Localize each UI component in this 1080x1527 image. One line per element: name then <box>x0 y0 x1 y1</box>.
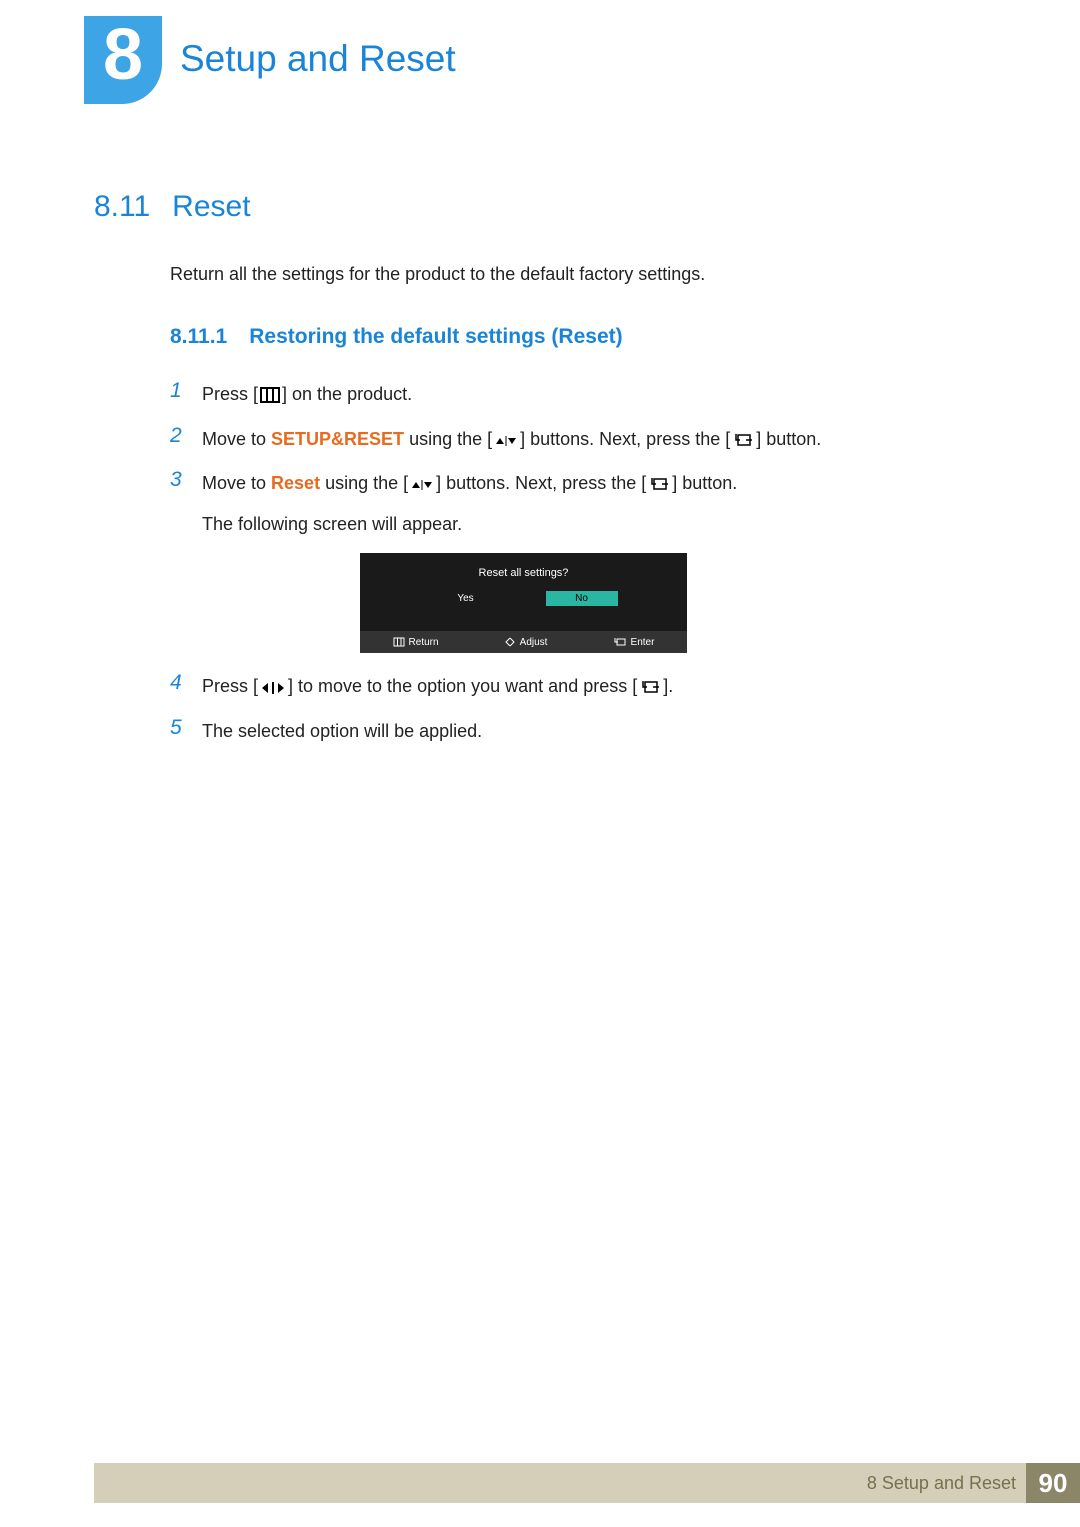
menu-icon <box>260 387 280 403</box>
text: using the [ <box>320 473 408 493</box>
step-1: 1 Press [ ] on the product. <box>170 379 1020 410</box>
step-text: Move to SETUP&RESET using the [ ] buttons… <box>202 424 821 455</box>
footer-page-number: 90 <box>1026 1463 1080 1503</box>
subsection-title: Restoring the default settings (Reset) <box>249 325 622 349</box>
step-number: 4 <box>170 671 184 695</box>
step-number: 5 <box>170 716 184 740</box>
section-description: Return all the settings for the product … <box>170 264 1020 285</box>
text: Adjust <box>520 637 548 648</box>
step-text: Move to Reset using the [ ] buttons. Next… <box>202 468 737 539</box>
enter-icon <box>648 476 670 492</box>
footer: 8 Setup and Reset 90 <box>94 1463 1080 1503</box>
adjust-icon <box>504 637 516 647</box>
chapter-number: 8 <box>103 19 143 91</box>
step-text: The selected option will be applied. <box>202 716 482 747</box>
step-4: 4 Press [ ] to move to the option you wan… <box>170 671 1020 702</box>
osd-option-yes: Yes <box>430 591 502 606</box>
section-number: 8.11 <box>94 190 150 224</box>
emphasis: SETUP&RESET <box>271 429 404 449</box>
text: Return <box>409 637 439 648</box>
chapter-badge: 8 <box>84 16 162 104</box>
text: ]. <box>663 676 673 696</box>
chapter-title: Setup and Reset <box>180 38 456 80</box>
osd-options: Yes No <box>360 591 687 606</box>
up-down-icon <box>494 434 518 448</box>
text: ] buttons. Next, press the [ <box>436 473 646 493</box>
text: Move to <box>202 473 271 493</box>
osd-return: Return <box>393 637 439 648</box>
step-number: 2 <box>170 424 184 448</box>
section-title: Reset <box>172 190 250 224</box>
text: Press [ <box>202 676 258 696</box>
text: ] to move to the option you want and pre… <box>288 676 637 696</box>
up-down-icon <box>410 478 434 492</box>
subsection-number: 8.11.1 <box>170 325 227 349</box>
subsection-heading: 8.11.1 Restoring the default settings (R… <box>170 325 1020 349</box>
step-number: 1 <box>170 379 184 403</box>
content-area: 8.11 Reset Return all the settings for t… <box>94 190 1020 761</box>
step-2: 2 Move to SETUP&RESET using the [ ] butto… <box>170 424 1020 455</box>
step-5: 5 The selected option will be applied. <box>170 716 1020 747</box>
osd-adjust: Adjust <box>504 637 548 648</box>
text: The following screen will appear. <box>202 514 462 534</box>
footer-chapter-title: 8 Setup and Reset <box>867 1473 1016 1494</box>
text: ] button. <box>672 473 737 493</box>
text: Press [ <box>202 384 258 404</box>
osd-screenshot: Reset all settings? Yes No Return Adjust… <box>360 553 687 653</box>
text: ] on the product. <box>282 384 412 404</box>
step-text: Press [ ] to move to the option you want … <box>202 671 673 702</box>
step-number: 3 <box>170 468 184 492</box>
osd-option-no: No <box>546 591 618 606</box>
step-text: Press [ ] on the product. <box>202 379 412 410</box>
enter-icon <box>613 637 627 647</box>
text: Enter <box>631 637 655 648</box>
step-3: 3 Move to Reset using the [ ] buttons. Ne… <box>170 468 1020 539</box>
steps-list: 1 Press [ ] on the product. 2 Move to SET… <box>170 379 1020 747</box>
left-right-icon <box>260 681 286 695</box>
text: ] button. <box>756 429 821 449</box>
osd-bottom-bar: Return Adjust Enter <box>360 631 687 653</box>
enter-icon <box>639 679 661 695</box>
text: using the [ <box>404 429 492 449</box>
osd-enter: Enter <box>613 637 655 648</box>
text: ] buttons. Next, press the [ <box>520 429 730 449</box>
text: Move to <box>202 429 271 449</box>
emphasis: Reset <box>271 473 320 493</box>
section-heading: 8.11 Reset <box>94 190 1020 224</box>
osd-title: Reset all settings? <box>360 553 687 579</box>
menu-icon <box>393 637 405 647</box>
enter-icon <box>732 432 754 448</box>
